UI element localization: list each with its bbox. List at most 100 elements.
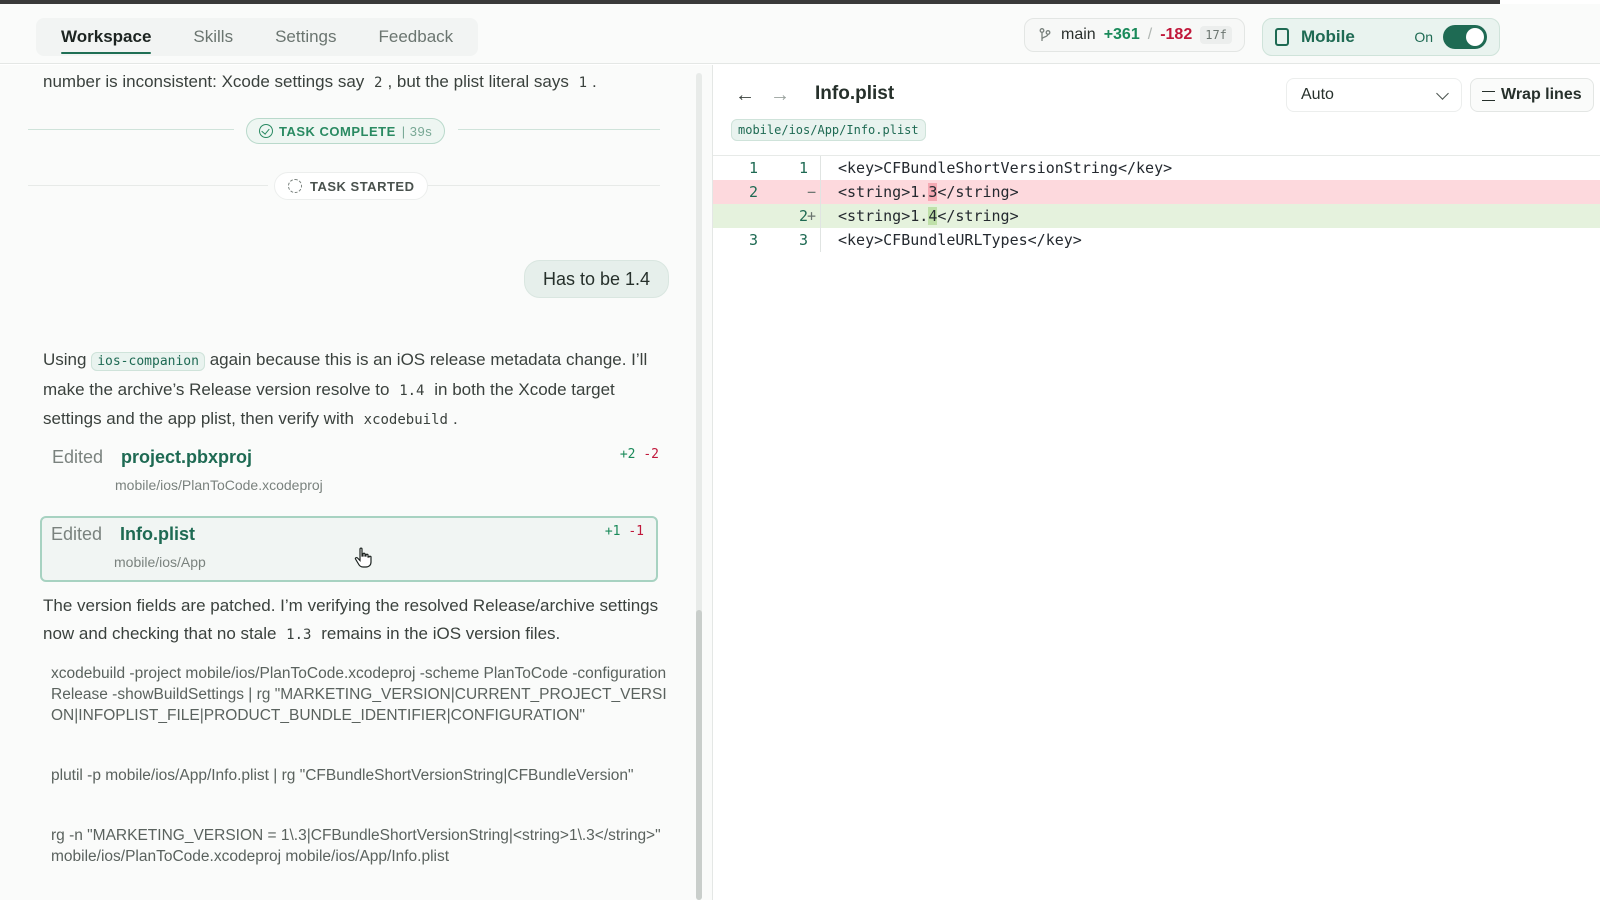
new-line-number: 2 [798, 207, 808, 225]
diff-mode-value: Auto [1301, 86, 1334, 103]
phone-icon [1275, 28, 1289, 46]
gutter-divider [820, 180, 821, 204]
task-started-label: TASK STARTED [310, 178, 415, 194]
msg-text: . [452, 409, 458, 428]
divider-line [28, 129, 234, 130]
edit-verb: Edited [52, 447, 104, 467]
command-line[interactable]: xcodebuild -project mobile/ios/PlanToCod… [51, 663, 671, 726]
diff-line-added: 2 + <string>1.4</string> [713, 204, 1600, 228]
diff-code-area: 1 1 <key>CFBundleShortVersionString</key… [713, 155, 1600, 252]
edit-verb: Edited [51, 524, 103, 544]
assistant-message-1: Using ios-companion again because this i… [43, 346, 671, 434]
main-tabs: Workspace Skills Settings Feedback [36, 18, 479, 56]
back-arrow-icon[interactable]: ← [733, 83, 757, 107]
tab-settings[interactable]: Settings [254, 18, 357, 56]
diff-mode-select[interactable]: Auto [1286, 78, 1462, 112]
old-line-number: 2 [748, 183, 758, 201]
wrap-lines-icon [1482, 91, 1495, 101]
code-segment: </string> [937, 207, 1019, 225]
diff-sign: + [807, 207, 817, 225]
task-complete-label: TASK COMPLETE [279, 123, 396, 139]
branch-status[interactable]: main +361 / -182 17f [1024, 18, 1245, 52]
new-line-number: 3 [798, 231, 808, 249]
tab-feedback[interactable]: Feedback [358, 18, 475, 56]
intro-end: . [592, 72, 597, 91]
task-complete-badge: TASK COMPLETE | 39s [246, 118, 446, 144]
code-segment: <key>CFBundleShortVersionString</key> [838, 159, 1173, 177]
gutter-divider [820, 204, 821, 228]
intro-mid: , but the plist literal says [387, 72, 569, 91]
diff-viewer: ← → Info.plist Auto Wrap lines mobile/io… [713, 65, 1600, 900]
edited-file-card[interactable]: Edited project.pbxproj mobile/ios/PlanTo… [43, 441, 671, 505]
mobile-label: Mobile [1301, 27, 1355, 46]
mobile-toggle-switch[interactable] [1443, 25, 1487, 49]
check-circle-icon [259, 124, 273, 138]
wrap-lines-button[interactable]: Wrap lines [1470, 78, 1594, 112]
branch-additions: +361 [1103, 26, 1140, 43]
loading-spinner-icon [288, 179, 302, 193]
diffstat-minus: -1 [628, 524, 644, 539]
chat-scrollbar-thumb[interactable] [696, 610, 702, 900]
forward-arrow-icon[interactable]: → [768, 83, 792, 107]
diff-sign: − [807, 183, 817, 201]
chat-intro-text: number is inconsistent: Xcode settings s… [43, 68, 671, 97]
msg-text: Using [43, 350, 87, 369]
edit-diffstat: +2 -2 [620, 447, 659, 462]
command-line[interactable]: plutil -p mobile/ios/App/Info.plist | rg… [51, 765, 671, 786]
edit-diffstat: +1 -1 [605, 524, 644, 539]
gutter-divider [820, 156, 821, 180]
code-text: <key>CFBundleShortVersionString</key> [838, 156, 1172, 180]
branch-file-count: 17f [1200, 26, 1232, 44]
edited-file-name[interactable]: Info.plist [120, 524, 195, 545]
code-text: <string>1.4</string> [838, 204, 1019, 228]
code-segment: <string>1. [838, 207, 929, 225]
inline-code: 1.4 [399, 383, 425, 399]
gutter-divider [820, 228, 821, 252]
code-segment: </string> [937, 183, 1019, 201]
file-path-chip[interactable]: mobile/ios/App/Info.plist [731, 119, 926, 141]
chat-panel: number is inconsistent: Xcode settings s… [0, 65, 712, 900]
divider-line [420, 185, 660, 186]
viewer-toolbar: ← → Info.plist Auto Wrap lines mobile/io… [713, 65, 1600, 155]
mobile-state: On [1414, 29, 1433, 45]
diff-line-context: 3 3 <key>CFBundleURLTypes</key> [713, 228, 1600, 252]
divider-line [28, 185, 268, 186]
skill-chip[interactable]: ios-companion [91, 352, 205, 371]
edited-file-path: mobile/ios/App [114, 554, 206, 570]
hand-cursor-icon [354, 547, 372, 568]
intro-value-xcode: 2 [374, 75, 383, 91]
branch-deletions: -182 [1160, 26, 1193, 43]
mobile-toggle-panel: Mobile On [1262, 18, 1500, 56]
old-line-number: 1 [748, 159, 758, 177]
changed-char-highlight: 3 [928, 183, 938, 201]
command-line[interactable]: rg -n "MARKETING_VERSION = 1\.3|CFBundle… [51, 825, 671, 867]
inline-code: xcodebuild [363, 412, 448, 428]
viewer-file-title: Info.plist [815, 83, 895, 104]
tab-workspace[interactable]: Workspace [40, 18, 172, 56]
changed-char-highlight: 4 [928, 207, 938, 225]
code-text: <string>1.3</string> [838, 180, 1019, 204]
git-branch-icon [1039, 28, 1051, 41]
diff-line-deleted: 2 − <string>1.3</string> [713, 180, 1600, 204]
old-line-number: 3 [748, 231, 758, 249]
edited-file-name[interactable]: project.pbxproj [121, 447, 252, 468]
diffstat-minus: -2 [643, 447, 659, 462]
code-segment: <key>CFBundleURLTypes</key> [838, 231, 1082, 249]
divider-line [458, 129, 660, 130]
top-bar: Workspace Skills Settings Feedback main … [0, 4, 1600, 64]
tab-skills[interactable]: Skills [172, 18, 254, 56]
intro-text: number is inconsistent: Xcode settings s… [43, 72, 365, 91]
inline-code: 1.3 [286, 627, 312, 643]
assistant-message-2: The version fields are patched. I’m veri… [43, 592, 671, 649]
branch-separator: / [1147, 26, 1153, 43]
diff-line-context: 1 1 <key>CFBundleShortVersionString</key… [713, 156, 1600, 180]
diffstat-plus: +2 [619, 447, 636, 462]
edited-file-card-selected[interactable]: Edited Info.plist mobile/ios/App +1 -1 [40, 516, 658, 582]
chevron-down-icon [1436, 87, 1449, 100]
task-started-badge: TASK STARTED [274, 172, 429, 200]
edited-file-path: mobile/ios/PlanToCode.xcodeproj [115, 477, 323, 493]
code-text: <key>CFBundleURLTypes</key> [838, 228, 1082, 252]
task-duration: | 39s [401, 123, 433, 139]
code-segment: <string>1. [838, 183, 929, 201]
intro-value-plist: 1 [578, 75, 588, 91]
